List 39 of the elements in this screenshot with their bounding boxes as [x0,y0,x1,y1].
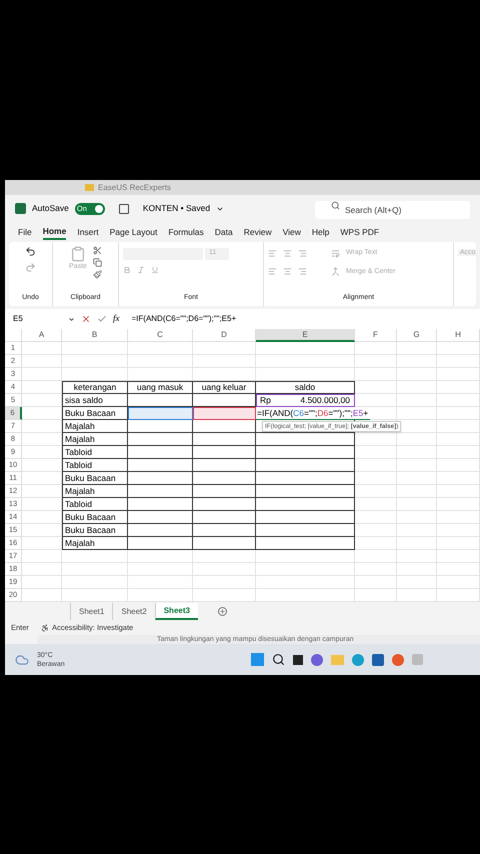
sheet-tab[interactable]: Sheet1 [70,603,112,620]
menu-tab[interactable]: Formulas [168,224,204,240]
column-label: keterangan [74,383,116,392]
menu-tab[interactable]: Page Layout [110,224,158,240]
cell-text: Majalah [64,538,95,548]
search-field[interactable]: Search (Alt+Q) [315,200,470,218]
cell-text: Majalah [64,434,95,444]
cell-text: Tabloid [64,448,92,456]
menu-tab[interactable]: Review [244,224,272,240]
cell-text: Buku Bacaan [64,408,116,418]
cell-text: sisa saldo [64,396,103,404]
menu-tab[interactable]: File [18,224,32,240]
cell-formula: =IF(AND(C6="";D6="");"";E5+ [256,407,370,420]
cell-text: Buku Bacaan [64,526,116,534]
column-label: uang keluar [202,383,246,392]
column-label: saldo [294,383,316,392]
sheet-tab[interactable]: Sheet3 [154,603,198,620]
autosave-label: AutoSave [32,202,69,215]
name-box[interactable]: E5 [13,313,75,325]
menu-tab[interactable]: Data [214,224,233,240]
cell-text: Buku Bacaan [64,474,116,482]
menu-tab[interactable]: WPS PDF [340,224,380,240]
cell-text: Buku Bacaan [64,512,116,522]
cell-text: Tabloid [64,500,92,508]
cell-text: Majalah [64,486,95,496]
cell-text: Tabloid [64,460,92,470]
formula-field[interactable]: =IF(AND(C6="";D6="");"";E5+ [132,313,236,325]
menu-tab[interactable]: Insert [77,224,99,240]
insert-function-button[interactable]: fx [113,312,120,326]
column-header[interactable]: E [256,329,355,342]
cell-value: 4.500.000,00 [300,396,351,404]
menu-tab[interactable]: Help [312,224,330,240]
currency-symbol: Rp [259,396,271,404]
menu-tab[interactable]: Home [42,224,66,240]
cell-text: Majalah [64,422,95,430]
file-name: KONTEN • Saved [142,202,210,215]
window-title: EaseUS RecExperts [98,182,171,194]
column-label: uang masuk [136,383,184,392]
menu-tab[interactable]: View [282,224,301,240]
